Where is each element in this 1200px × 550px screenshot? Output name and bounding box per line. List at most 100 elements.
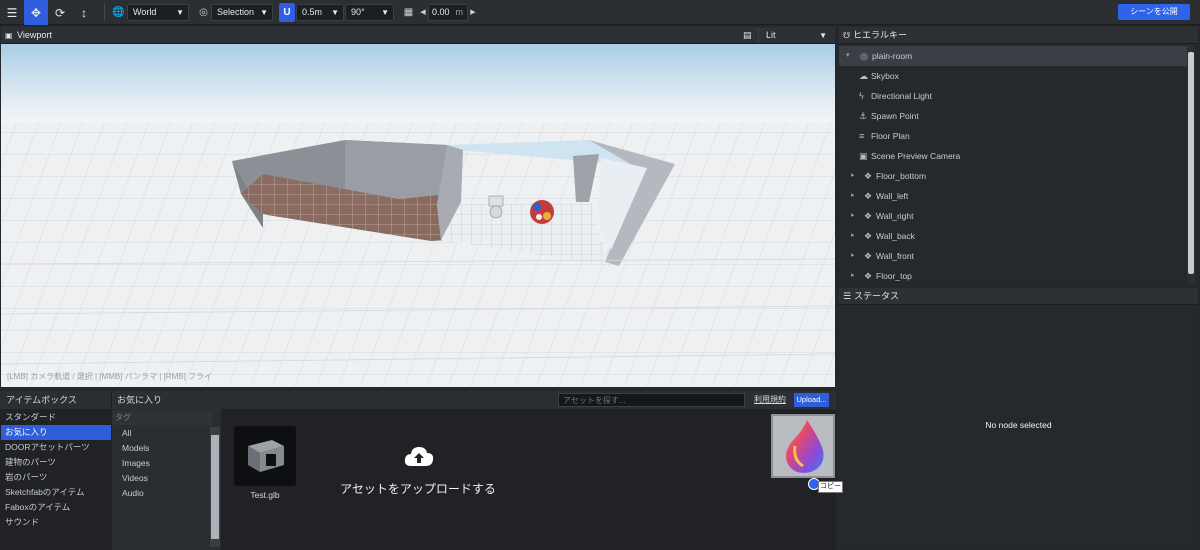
hierarchy-item[interactable]: ▸ ❖ Wall_left [839,186,1187,206]
chevron-down-icon: ▼ [260,8,268,17]
move-tool-icon[interactable]: ✥ [24,0,48,25]
pivot-value: Selection [217,7,255,17]
tag-item[interactable]: Videos [112,471,209,486]
hierarchy-item[interactable]: ▸ ❖ Wall_right [839,206,1187,226]
menu-icon[interactable]: ☰ [0,0,24,25]
toolbar-divider [104,4,105,21]
hierarchy-item[interactable]: ▣ Scene Preview Camera [839,146,1187,166]
grid-size-input[interactable]: 0.00 m [428,4,468,21]
hierarchy-item-label: Wall_right [876,211,914,221]
pivot-select[interactable]: Selection ▼ [211,4,273,21]
category-item[interactable]: お気に入り [1,425,111,440]
scene-viewport[interactable]: [LMB] カメラ軌道 / 選択 | [MMB] パンラマ | [RMB] フラ… [1,44,835,387]
category-item[interactable]: DOORアセットパーツ [1,440,111,455]
category-item[interactable]: スタンダード [1,410,111,425]
snap-distance-select[interactable]: 0.5m ▼ [296,4,344,21]
snap-angle-value: 90° [351,7,365,17]
category-item[interactable]: Faboxのアイテム [1,500,111,515]
asset-thumbnail[interactable] [234,426,296,486]
itembox-panel: アイテムボックス お気に入り 利用規約 Upload... スタンダードお気に入… [0,391,843,550]
bolt-icon: ϟ [859,91,864,101]
expand-down-icon[interactable]: ▾ [846,46,850,66]
header-divider [111,391,112,409]
hierarchy-icon: ☋ [843,31,851,40]
hierarchy-header: ☋ ヒエラルキー [839,27,1198,44]
tag-item[interactable]: Images [112,456,209,471]
cubes-icon: ❖ [864,211,873,221]
chevron-down-icon: ▼ [176,8,184,17]
cloud-upload-icon[interactable] [403,444,435,468]
hierarchy-item[interactable]: ▸ ❖ Floor_top [839,266,1187,286]
drop-logo-icon [786,420,824,473]
grid-icon[interactable]: ▦ [400,4,417,21]
tag-item[interactable]: All [112,426,209,441]
expand-right-icon[interactable]: ▸ [851,246,855,266]
hierarchy-item-label: Wall_left [876,191,909,201]
hierarchy-item-label: Scene Preview Camera [871,151,961,161]
category-list: スタンダード お気に入り DOORアセットパーツ 建物のパーツ 岩のパーツ Sketchf… [0,409,112,550]
room-model-icon [248,440,284,472]
hierarchy-item[interactable]: ϟ Directional Light [839,86,1187,106]
hierarchy-item[interactable]: ▸ ❖ Floor_bottom [839,166,1187,186]
expand-right-icon[interactable]: ▸ [851,166,855,186]
hierarchy-item[interactable]: ▸ ❖ Wall_back [839,226,1187,246]
terms-link[interactable]: 利用規約 [754,391,786,409]
category-item[interactable]: Sketchfabのアイテム [1,485,111,500]
scene-render [1,44,835,387]
transform-space-select[interactable]: World ▼ [127,4,189,21]
stairs-icon: ≡ [859,131,865,141]
render-mode-select[interactable]: Lit ▼ [758,28,833,43]
cubes-icon: ❖ [864,171,873,181]
top-toolbar: ☰ ✥ ⟳ ↕ 🌐 World ▼ ◎ Selection ▼ U 0.5m ▼… [0,0,1200,25]
hierarchy-item-label: Spawn Point [871,111,919,121]
expand-right-icon[interactable]: ▸ [851,226,855,246]
chevron-down-icon: ▼ [331,8,339,17]
hierarchy-item-label: Wall_front [876,251,914,261]
copy-tooltip: コピー [818,481,843,493]
rotate-tool-icon[interactable]: ⟳ [48,0,72,25]
upload-prompt[interactable]: アセットをアップロードする [330,480,506,497]
snap-magnet-icon[interactable]: U [279,3,295,22]
viewport-title: Viewport [17,30,52,40]
expand-right-icon[interactable]: ▸ [851,186,855,206]
scale-tool-icon[interactable]: ↕ [72,0,96,25]
hierarchy-item[interactable]: ▸ ❖ Wall_front [839,246,1187,266]
grid-decrease-icon[interactable]: ◀ [418,4,428,21]
cubes-icon: ❖ [864,191,873,201]
hierarchy-item-label: Floor_top [876,271,912,281]
upload-button[interactable]: Upload... [794,393,829,407]
hierarchy-item[interactable]: ⚓ Spawn Point [839,106,1187,126]
no-selection-text: No node selected [985,420,1052,430]
hierarchy-scrollbar[interactable] [1187,44,1195,285]
publish-scene-button[interactable]: シーンを公開 [1118,4,1190,20]
hierarchy-item[interactable]: ≡ Floor Plan [839,126,1187,146]
list-icon: ☰ [843,291,852,301]
cubes-icon: ❖ [864,251,873,261]
category-item[interactable]: 建物のパーツ [1,455,111,470]
snap-distance-value: 0.5m [302,7,323,17]
hierarchy-item[interactable]: ☁ Skybox [839,66,1187,86]
chevron-down-icon: ▼ [819,31,827,40]
expand-right-icon[interactable]: ▸ [851,266,855,286]
hierarchy-scroll-thumb[interactable] [1188,52,1194,274]
asset-name: Test.glb [250,490,280,500]
stats-chart-icon[interactable]: ▤ [743,27,752,44]
tag-scroll-thumb[interactable] [211,435,219,539]
tag-item[interactable]: Audio [112,486,209,501]
grid-increase-icon[interactable]: ▶ [468,4,478,21]
category-item[interactable]: サウンド [1,515,111,530]
hierarchy-item-label: Wall_back [876,231,915,241]
monitor-icon: ▣ [5,31,13,40]
tag-item[interactable]: Models [112,441,209,456]
transform-space-value: World [133,7,157,17]
dragged-asset-preview[interactable] [771,414,835,478]
tag-scrollbar[interactable] [210,427,220,547]
snap-angle-select[interactable]: 90° ▼ [345,4,394,21]
globe-icon: ◎ [860,51,868,61]
tags-header: タグ [112,411,212,425]
hierarchy-title: ヒエラルキー [853,30,908,40]
category-item[interactable]: 岩のパーツ [1,470,111,485]
expand-right-icon[interactable]: ▸ [851,206,855,226]
hierarchy-item[interactable]: ▾ ◎ plain-room [839,46,1187,66]
asset-search-input[interactable] [558,393,745,407]
